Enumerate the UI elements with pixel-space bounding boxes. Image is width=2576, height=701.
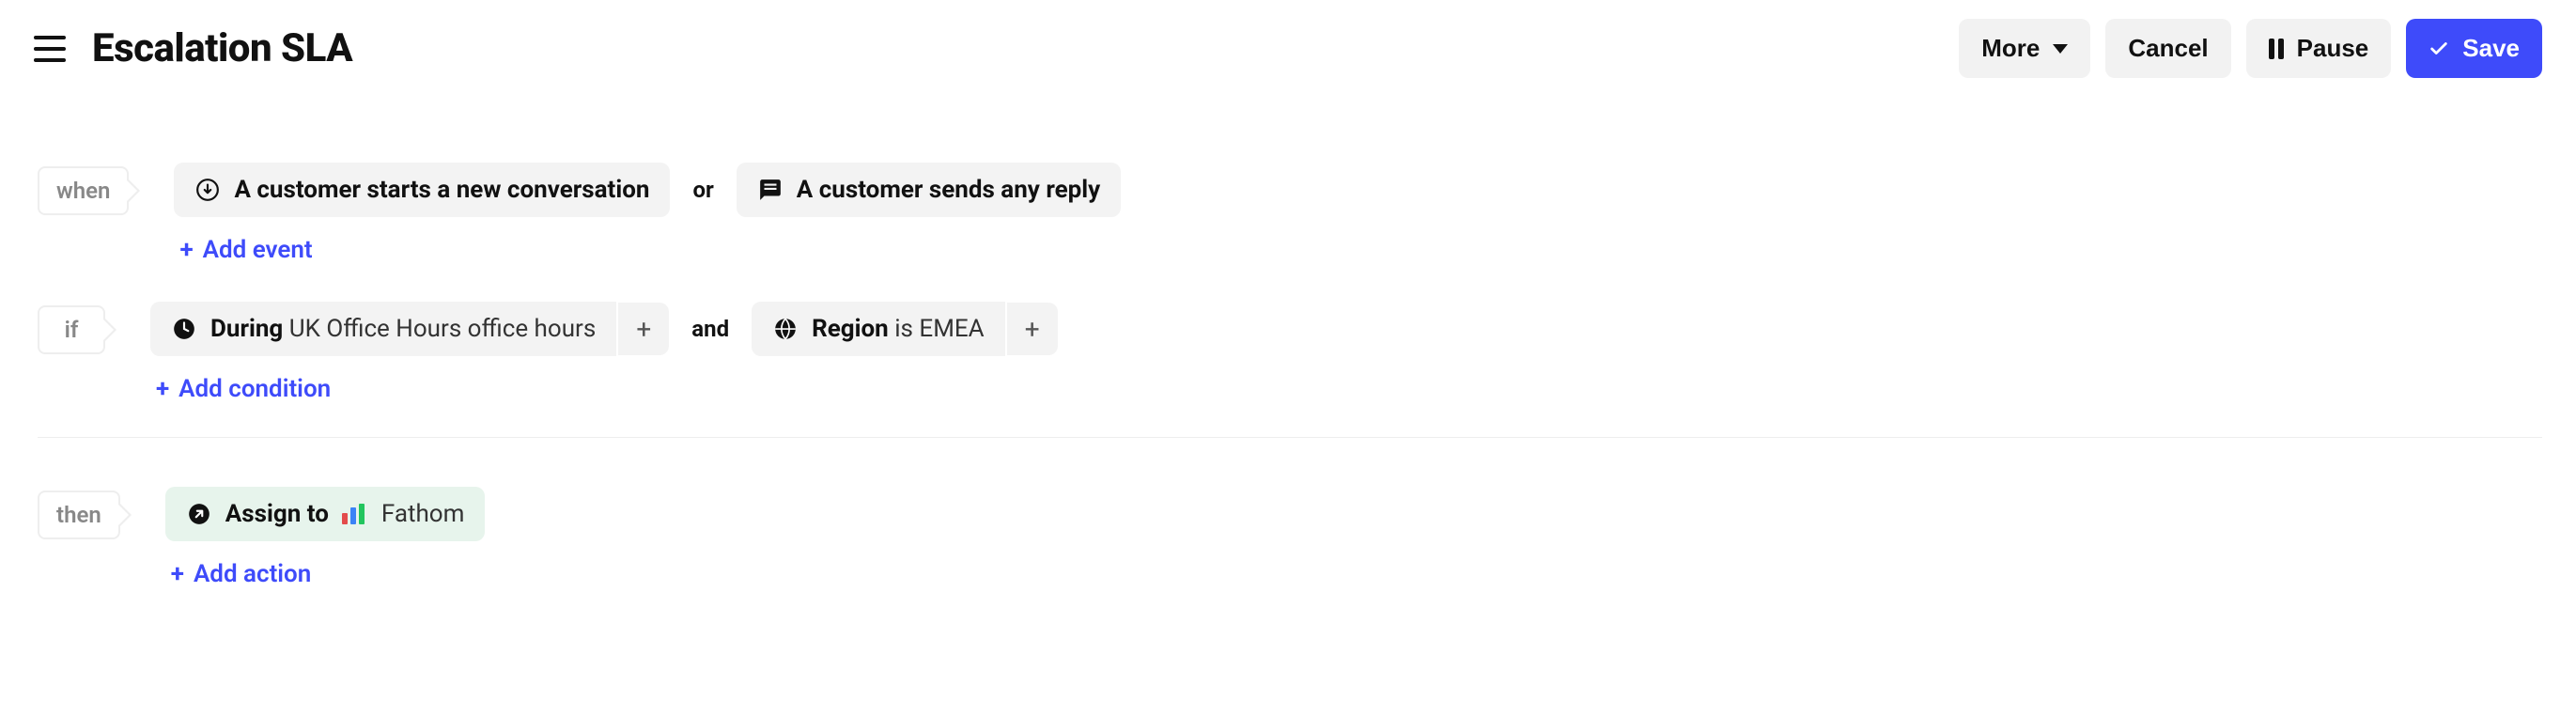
header-actions: More Cancel Pause Save <box>1959 19 2542 78</box>
save-button-label: Save <box>2462 34 2520 63</box>
add-condition-label: Add condition <box>178 375 331 403</box>
condition-chip-region[interactable]: Region is EMEA <box>752 302 1005 356</box>
save-button[interactable]: Save <box>2406 19 2542 78</box>
plus-icon: + <box>156 375 169 403</box>
bar-chart-icon <box>342 504 365 524</box>
pause-button[interactable]: Pause <box>2246 19 2392 78</box>
condition-prefix: Region <box>812 315 889 343</box>
then-section: then Assign to Fathom + Add action <box>38 487 2542 588</box>
if-section: if During UK Office Hours office hours + <box>38 302 2542 403</box>
condition-prefix: During <box>210 315 283 343</box>
cancel-button[interactable]: Cancel <box>2105 19 2230 78</box>
add-condition-inline-button[interactable]: + <box>1007 303 1058 355</box>
pause-icon <box>2269 39 2284 59</box>
section-divider <box>38 437 2542 438</box>
condition-value: UK Office Hours office hours <box>289 315 597 343</box>
connector-or: or <box>689 177 717 203</box>
add-action-label: Add action <box>194 560 311 588</box>
condition-chip-office-hours[interactable]: During UK Office Hours office hours <box>150 302 616 356</box>
condition-middle: is <box>894 315 913 343</box>
download-circle-icon <box>194 177 221 203</box>
action-chip-assign[interactable]: Assign to Fathom <box>165 487 486 541</box>
when-section: when A customer starts a new conversatio… <box>38 163 2542 264</box>
add-event-label: Add event <box>203 236 313 264</box>
caret-down-icon <box>2053 44 2068 54</box>
add-condition-link[interactable]: + Add condition <box>150 375 1058 403</box>
when-label: when <box>38 166 129 215</box>
globe-icon <box>772 316 799 342</box>
pause-button-label: Pause <box>2297 34 2369 63</box>
add-event-link[interactable]: + Add event <box>174 236 1121 264</box>
more-button-label: More <box>1981 34 2040 63</box>
event-chip-new-conversation[interactable]: A customer starts a new conversation <box>174 163 670 217</box>
cancel-button-label: Cancel <box>2128 34 2208 63</box>
condition-value: EMEA <box>919 315 984 343</box>
menu-button[interactable] <box>34 36 66 62</box>
event-chip-any-reply[interactable]: A customer sends any reply <box>737 163 1121 217</box>
plus-icon: + <box>171 560 184 588</box>
action-target: Fathom <box>381 500 465 528</box>
plus-icon: + <box>179 236 193 264</box>
arrow-up-right-circle-icon <box>186 501 212 527</box>
check-icon <box>2429 39 2449 59</box>
add-condition-inline-button[interactable]: + <box>618 303 669 355</box>
add-action-link[interactable]: + Add action <box>165 560 486 588</box>
if-label: if <box>38 305 105 354</box>
event-chip-label: A customer starts a new conversation <box>234 176 649 204</box>
connector-and: and <box>688 316 733 342</box>
event-chip-label: A customer sends any reply <box>797 176 1100 204</box>
page-title: Escalation SLA <box>92 25 352 71</box>
clock-icon <box>171 316 197 342</box>
chat-icon <box>757 177 784 203</box>
action-prefix: Assign to <box>225 500 329 528</box>
then-label: then <box>38 491 120 539</box>
more-button[interactable]: More <box>1959 19 2090 78</box>
